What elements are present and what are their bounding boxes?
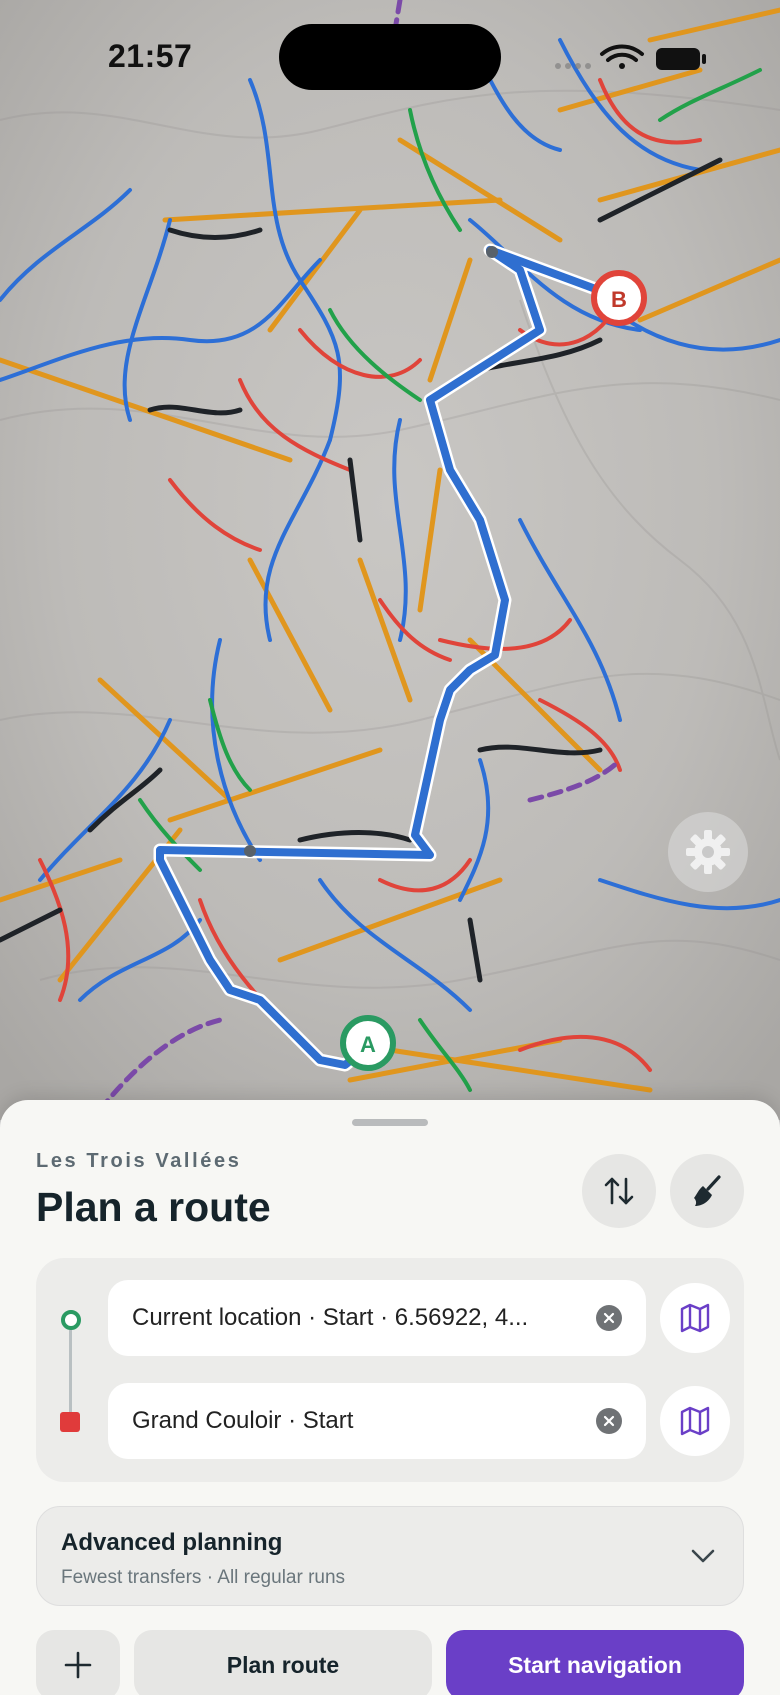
status-bar: 21:57 bbox=[0, 0, 780, 120]
clear-origin-button[interactable] bbox=[596, 1305, 622, 1331]
start-marker[interactable]: A bbox=[340, 1015, 396, 1071]
map-icon bbox=[680, 1406, 710, 1436]
route-planner-sheet: Les Trois Vallées Plan a route Current l… bbox=[0, 1100, 780, 1695]
battery-icon bbox=[656, 48, 706, 70]
status-time: 21:57 bbox=[108, 38, 193, 74]
start-navigation-button[interactable]: Start navigation bbox=[446, 1630, 744, 1695]
pick-destination-on-map-button[interactable] bbox=[660, 1386, 730, 1456]
advanced-planning-summary: Fewest transfers · All regular runs bbox=[61, 1567, 346, 1588]
close-icon bbox=[603, 1312, 615, 1324]
origin-indicator-icon bbox=[61, 1310, 81, 1330]
swap-button[interactable] bbox=[582, 1154, 656, 1228]
cellular-icon bbox=[555, 63, 591, 69]
sheet-grabber[interactable] bbox=[352, 1119, 428, 1126]
settings-button[interactable] bbox=[668, 812, 748, 892]
gear-icon bbox=[686, 830, 730, 874]
origin-field[interactable]: Current location · Start · 6.56922, 4... bbox=[108, 1280, 646, 1356]
add-stop-button[interactable] bbox=[36, 1630, 120, 1695]
status-icons bbox=[552, 42, 712, 72]
plus-icon bbox=[64, 1651, 92, 1679]
origin-text: Current location · Start · 6.56922, 4... bbox=[132, 1304, 529, 1331]
map-icon bbox=[680, 1303, 710, 1333]
swap-arrows-icon bbox=[604, 1177, 634, 1205]
dynamic-island bbox=[279, 24, 501, 90]
wifi-icon bbox=[600, 44, 644, 69]
action-bar: Plan route Start navigation bbox=[0, 1630, 780, 1695]
clear-destination-button[interactable] bbox=[596, 1408, 622, 1434]
plan-route-button[interactable]: Plan route bbox=[134, 1630, 432, 1695]
route-connector bbox=[69, 1330, 72, 1412]
destination-text: Grand Couloir · Start bbox=[132, 1407, 354, 1434]
start-marker-label: A bbox=[360, 1032, 376, 1057]
page-title: Plan a route bbox=[36, 1184, 271, 1230]
clear-route-button[interactable] bbox=[670, 1154, 744, 1228]
chevron-down-icon bbox=[691, 1549, 715, 1563]
broom-icon bbox=[694, 1175, 721, 1206]
close-icon bbox=[603, 1415, 615, 1427]
end-marker-label: B bbox=[611, 287, 627, 312]
advanced-planning-title: Advanced planning bbox=[61, 1529, 283, 1556]
end-marker[interactable]: B bbox=[591, 270, 647, 326]
route-endpoints-card: Current location · Start · 6.56922, 4...… bbox=[36, 1258, 744, 1482]
map-view[interactable]: A B bbox=[0, 0, 780, 1120]
destination-field[interactable]: Grand Couloir · Start bbox=[108, 1383, 646, 1459]
destination-indicator-icon bbox=[60, 1412, 80, 1432]
region-label: Les Trois Vallées bbox=[36, 1150, 242, 1172]
map-canvas[interactable]: A B bbox=[0, 0, 780, 1120]
advanced-planning-toggle[interactable]: Advanced planning Fewest transfers · All… bbox=[36, 1506, 744, 1606]
pick-origin-on-map-button[interactable] bbox=[660, 1283, 730, 1353]
